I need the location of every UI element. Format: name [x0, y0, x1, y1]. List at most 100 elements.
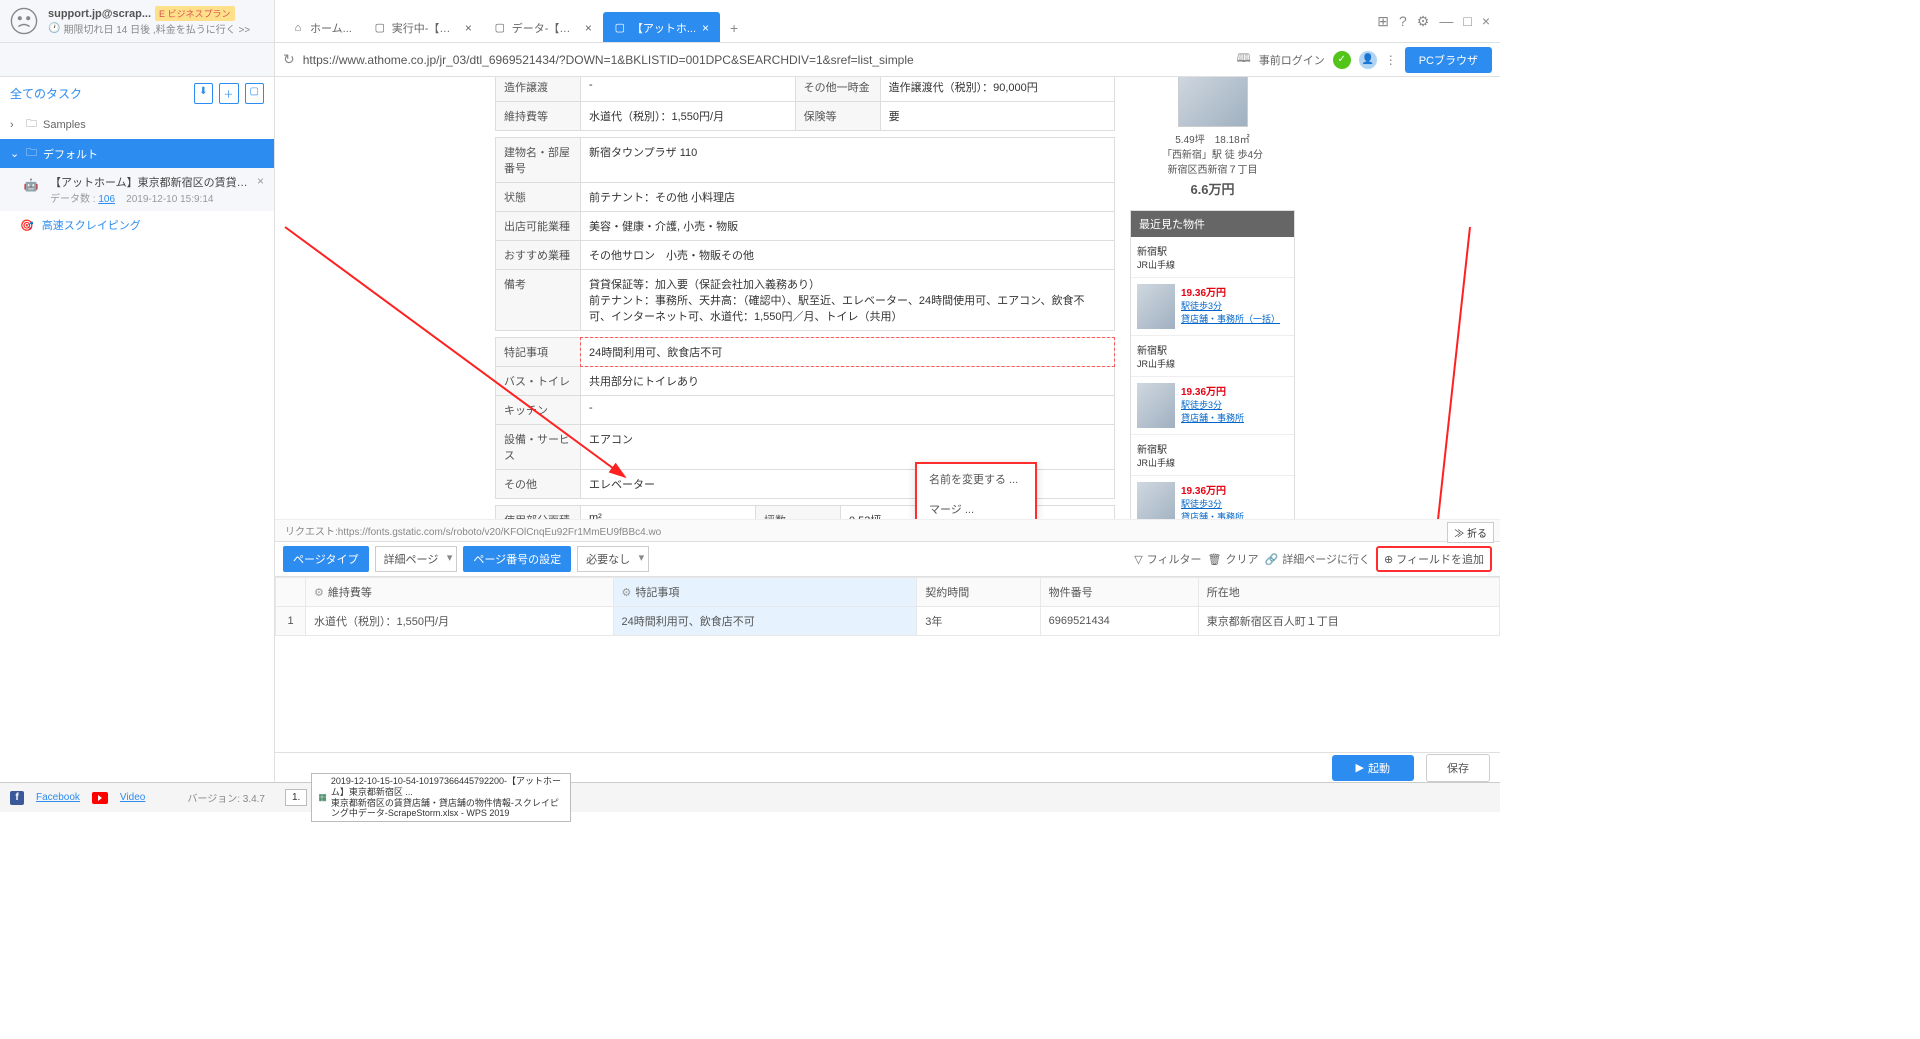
- close-icon[interactable]: ×: [257, 174, 264, 205]
- close-window-icon[interactable]: ×: [1482, 13, 1490, 30]
- property-table: 造作譲渡-その他一時金造作譲渡代（税別）：90,000円 維持費等水道代（税別）…: [495, 77, 1115, 131]
- speed-scraping-link[interactable]: 🎯 高速スクレイピング: [0, 211, 274, 239]
- page-number-select[interactable]: 必要なし: [577, 546, 649, 572]
- import-icon[interactable]: ⬇: [194, 83, 212, 104]
- task-title: 【アットホーム】東京都新宿区の賃貸店舗 ...: [50, 174, 249, 190]
- ctx-rename[interactable]: 名前を変更する ...: [917, 464, 1035, 494]
- gear-icon[interactable]: ⚙: [1417, 13, 1430, 30]
- doc-number[interactable]: 1.: [285, 789, 307, 806]
- status-badge-green[interactable]: ✓: [1333, 51, 1351, 69]
- doc-tab[interactable]: ▦ 2019-12-10-15-10-54-10197366445792200-…: [311, 773, 571, 822]
- video-link[interactable]: Video: [120, 792, 145, 803]
- property-thumb: [1178, 77, 1248, 127]
- more-icon[interactable]: ⋮: [1385, 53, 1397, 67]
- tab-active[interactable]: ▢【アットホ...×: [603, 12, 720, 42]
- home-icon: ⌂: [292, 22, 304, 34]
- recent-item[interactable]: 新宿駅JR山手線: [1131, 237, 1294, 278]
- rownum-header: [276, 578, 306, 607]
- page-type-select[interactable]: 詳細ページ: [375, 546, 458, 572]
- doc-icon: ▢: [614, 22, 626, 34]
- property-table-2: 建物名・部屋番号新宿タウンプラザ 110 状態前テナント：その他 小料理店 出店…: [495, 137, 1115, 331]
- pc-browser-button[interactable]: PCブラウザ: [1405, 47, 1492, 73]
- recent-box: 最近見た物件 新宿駅JR山手線 19.36万円駅徒歩3分貸店舗・事務所（一括） …: [1130, 210, 1295, 519]
- add-field-button[interactable]: ⊕フィールドを追加: [1376, 546, 1492, 572]
- sidebar-task-item[interactable]: 🤖 【アットホーム】東京都新宿区の賃貸店舗 ... データ数 : 106 201…: [0, 168, 274, 211]
- caret-down-icon: ⌄: [10, 147, 20, 160]
- plus-circle-icon: ⊕: [1384, 553, 1393, 566]
- col-header[interactable]: 契約時間: [917, 578, 1040, 607]
- plan-badge: E ビジネスプラン: [155, 6, 235, 21]
- robot-icon: 🤖: [20, 174, 42, 196]
- add-tab-button[interactable]: +: [720, 14, 748, 42]
- recent-item[interactable]: 新宿駅JR山手線: [1131, 336, 1294, 377]
- minimize-icon[interactable]: —: [1439, 13, 1453, 30]
- selected-cell[interactable]: 24時間利用可、飲食店不可: [581, 338, 1115, 367]
- recent-item[interactable]: 新宿駅JR山手線: [1131, 435, 1294, 476]
- maximize-icon[interactable]: □: [1463, 13, 1471, 30]
- clock-icon: 🕐: [48, 23, 60, 34]
- reload-icon[interactable]: ↻: [283, 51, 295, 68]
- excel-icon: ▦: [318, 792, 327, 803]
- speed-icon: 🎯: [20, 219, 34, 232]
- gear-icon[interactable]: ⚙: [622, 587, 632, 599]
- user-badge[interactable]: 👤: [1359, 51, 1377, 69]
- clear-button[interactable]: 🗑クリア: [1208, 551, 1259, 567]
- col-header[interactable]: 所在地: [1198, 578, 1499, 607]
- table-row[interactable]: 1 水道代（税別）：1,550円/月 24時間利用可、飲食店不可 3年 6969…: [276, 607, 1500, 636]
- folder-icon: 🗀: [26, 115, 37, 134]
- request-status: リクエスト:https://fonts.gstatic.com/s/roboto…: [275, 519, 1500, 541]
- recent-item[interactable]: 19.36万円駅徒歩3分貸店舗・事務所: [1131, 377, 1294, 435]
- filter-icon: ▽: [1134, 553, 1142, 566]
- help-icon[interactable]: ?: [1399, 13, 1407, 30]
- property-card[interactable]: 5.49坪 18.18㎡ 「西新宿」駅 徒 歩4分 新宿区西新宿７丁目 6.6万…: [1130, 77, 1295, 198]
- new-task-icon[interactable]: ＋: [219, 83, 239, 104]
- caret-icon: ›: [10, 119, 20, 131]
- expiry-notice[interactable]: 🕐 期限切れ日 14 日後 ,料金を払うに行く >>: [48, 21, 266, 36]
- close-icon[interactable]: ×: [585, 21, 592, 35]
- thumb-icon: [1137, 482, 1175, 519]
- all-tasks-label[interactable]: 全てのタスク: [10, 85, 82, 102]
- col-header[interactable]: 物件番号: [1040, 578, 1198, 607]
- thumb-icon: [1137, 383, 1175, 428]
- tabs-bar: ⌂ホーム... ▢実行中-【ア...× ▢データ-【ア...× ▢【アットホ..…: [275, 0, 1377, 42]
- col-header-selected[interactable]: ⚙特記事項: [613, 578, 917, 607]
- sidebar-folder-default[interactable]: ⌄ 🗀 デフォルト: [0, 139, 274, 168]
- tab-home[interactable]: ⌂ホーム...: [281, 12, 363, 42]
- bookmark-icon[interactable]: 🕮: [1237, 49, 1251, 70]
- new-folder-icon[interactable]: ▢: [245, 83, 264, 104]
- recent-item[interactable]: 19.36万円駅徒歩3分貸店舗・事務所（一括）: [1131, 278, 1294, 336]
- row-number: 1: [276, 607, 306, 636]
- data-table: ⚙維持費等 ⚙特記事項 契約時間 物件番号 所在地 1 水道代（税別）：1,55…: [275, 577, 1500, 636]
- doc-icon: ▢: [494, 22, 506, 34]
- ctx-merge[interactable]: マージ ...: [917, 494, 1035, 519]
- page-number-button[interactable]: ページ番号の設定: [463, 546, 571, 572]
- trash-icon: 🗑: [1208, 553, 1222, 566]
- app-logo: [8, 5, 40, 37]
- url-bar[interactable]: https://www.athome.co.jp/jr_03/dtl_69695…: [303, 53, 1229, 67]
- close-icon[interactable]: ×: [465, 21, 472, 35]
- tab-running[interactable]: ▢実行中-【ア...×: [363, 12, 483, 42]
- prelogin-link[interactable]: 事前ログイン: [1259, 52, 1325, 68]
- data-count[interactable]: 106: [98, 194, 115, 205]
- col-header[interactable]: ⚙維持費等: [306, 578, 614, 607]
- version-label: バージョン: 3.4.7: [187, 790, 265, 805]
- recent-item[interactable]: 19.36万円駅徒歩3分貸店舗・事務所: [1131, 476, 1294, 519]
- facebook-link[interactable]: Facebook: [36, 792, 80, 803]
- fold-button[interactable]: ≫ 折る: [1447, 522, 1494, 543]
- page-type-button[interactable]: ページタイプ: [283, 546, 369, 572]
- thumb-icon: [1137, 284, 1175, 329]
- tab-data[interactable]: ▢データ-【ア...×: [483, 12, 603, 42]
- sidebar-folder-samples[interactable]: › 🗀 Samples: [0, 110, 274, 139]
- filter-button[interactable]: ▽フィルター: [1134, 551, 1201, 567]
- goto-detail-button[interactable]: 🔗詳細ページに行く: [1265, 551, 1370, 567]
- gear-icon[interactable]: ⚙: [314, 587, 324, 599]
- facebook-icon[interactable]: f: [10, 791, 24, 805]
- account-email: support.jp@scrap...: [48, 8, 151, 20]
- close-icon[interactable]: ×: [702, 21, 709, 35]
- youtube-icon[interactable]: [92, 792, 108, 804]
- folder-icon: 🗀: [26, 144, 37, 163]
- gift-icon[interactable]: ⊞: [1377, 13, 1389, 30]
- doc-icon: ▢: [374, 22, 386, 34]
- context-menu: 名前を変更する ... マージ ... ページで選択 編集XPath ... 抽…: [915, 462, 1037, 519]
- link-icon: 🔗: [1265, 553, 1279, 566]
